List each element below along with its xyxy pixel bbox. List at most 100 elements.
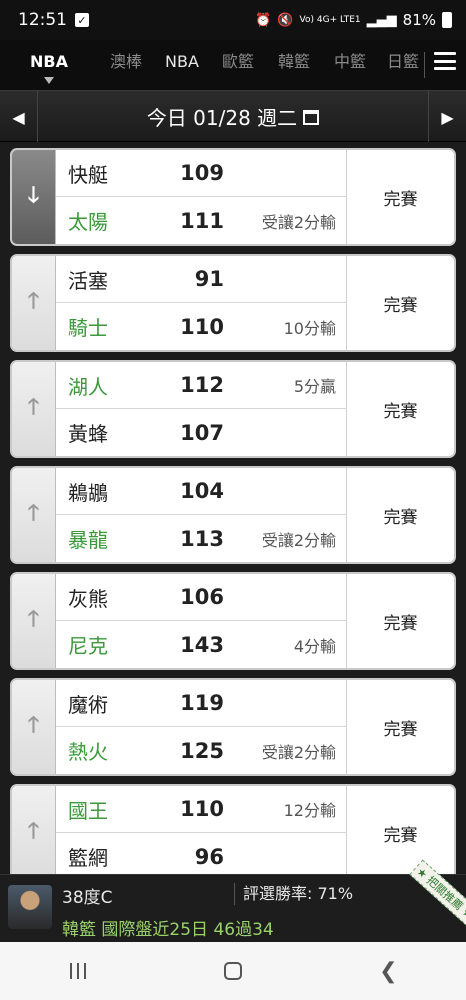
team-score: 110 <box>180 797 224 821</box>
team-note: 10分輸 <box>283 318 336 338</box>
game-card[interactable]: 🡑 湖人 112 5分贏 黃蜂 107 完賽 <box>10 360 456 458</box>
game-card[interactable]: 🡓 快艇 109 太陽 111 受讓2分輸 完賽 <box>10 148 456 246</box>
league-tab-bar: NBA 澳棒 NBA 歐籃 韓籃 中籃 日籃 <box>0 40 466 90</box>
status-left: 12:51 ✓ <box>18 10 89 30</box>
team-note: 受讓2分輸 <box>261 742 336 762</box>
team-name: 太陽 <box>68 210 108 234</box>
team-score: 107 <box>180 420 224 445</box>
system-nav-bar: ❮ <box>0 942 466 1000</box>
league-tab-korea-basketball[interactable]: 韓籃 <box>266 40 322 90</box>
game-status: 完賽 <box>346 468 454 562</box>
game-status: 完賽 <box>346 786 454 874</box>
team-name: 湖人 <box>68 374 108 399</box>
status-time: 12:51 <box>18 10 67 30</box>
game-status: 完賽 <box>346 256 454 350</box>
alarm-icon: ⏰ <box>255 12 272 28</box>
team-note: 4分輸 <box>293 636 336 656</box>
collapse-arrow-icon[interactable]: 🡓 <box>12 150 56 244</box>
mute-icon: 🔇 <box>277 12 294 28</box>
game-status: 完賽 <box>346 362 454 456</box>
league-tab-japan-basketball[interactable]: 日籃 <box>378 40 428 90</box>
home-icon <box>223 962 242 980</box>
expand-arrow-icon[interactable]: 🡑 <box>12 362 56 456</box>
team-row: 黃蜂 107 <box>56 409 346 456</box>
recent-apps-icon <box>69 963 86 979</box>
expand-arrow-icon[interactable]: 🡑 <box>12 468 56 562</box>
league-tab-aus-baseball[interactable]: 澳棒 <box>98 40 154 90</box>
team-row: 尼克 143 4分輸 <box>56 621 346 668</box>
team-name: 魔術 <box>68 692 108 717</box>
expand-arrow-icon[interactable]: 🡑 <box>12 256 56 350</box>
status-right: ⏰ 🔇 Vo) 4G+ LTE1 ▂▄▆ 81% <box>255 11 452 29</box>
game-body: 快艇 109 太陽 111 受讓2分輸 <box>56 150 346 244</box>
team-score: 119 <box>180 691 224 715</box>
league-tab-euro-basketball[interactable]: 歐籃 <box>210 40 266 90</box>
expand-arrow-icon[interactable]: 🡑 <box>12 574 56 668</box>
game-status: 完賽 <box>346 150 454 244</box>
game-card[interactable]: 🡑 鵜鶘 104 暴龍 113 受讓2分輸 完賽 <box>10 466 456 564</box>
team-name: 活塞 <box>68 268 108 293</box>
team-score: 111 <box>180 208 224 233</box>
team-score: 106 <box>180 585 224 609</box>
game-body: 灰熊 106 尼克 143 4分輸 <box>56 574 346 668</box>
game-status: 完賽 <box>346 680 454 774</box>
status-icons: ⏰ 🔇 Vo) 4G+ LTE1 ▂▄▆ <box>255 13 397 28</box>
team-name: 熱火 <box>68 740 108 764</box>
game-card[interactable]: 🡑 國王 110 12分輸 籃網 96 完賽 <box>10 784 456 874</box>
team-name: 暴龍 <box>68 528 108 552</box>
signal-text: Vo) 4G+ LTE1 <box>299 15 361 25</box>
team-row: 鵜鶘 104 <box>56 468 346 515</box>
team-row: 國王 110 12分輸 <box>56 786 346 833</box>
date-bar: ◀ 今日 01/28 週二 ▶ <box>0 90 466 143</box>
left-arrow-icon: ◀ <box>12 107 25 127</box>
game-card[interactable]: 🡑 灰熊 106 尼克 143 4分輸 完賽 <box>10 572 456 670</box>
team-row: 湖人 112 5分贏 <box>56 362 346 409</box>
team-score: 96 <box>194 844 224 869</box>
next-date-button[interactable]: ▶ <box>428 91 466 143</box>
team-note: 受讓2分輸 <box>261 530 336 550</box>
league-tab-nba[interactable]: NBA <box>0 40 98 90</box>
team-name: 鵜鶘 <box>68 480 108 505</box>
expert-info-bar[interactable]: 38度C 評選勝率: 71% 韓籃 國際盤近25日 46過34 ★ 把關推薦 ★ <box>0 859 466 942</box>
league-tab-china-basketball[interactable]: 中籃 <box>322 40 378 90</box>
team-name: 國王 <box>68 798 108 823</box>
expand-arrow-icon[interactable]: 🡑 <box>12 680 56 774</box>
calendar-icon[interactable] <box>303 109 320 125</box>
game-list[interactable]: 🡓 快艇 109 太陽 111 受讓2分輸 完賽 🡑 活塞 91 騎士 110 … <box>0 142 466 874</box>
team-score: 110 <box>180 314 224 339</box>
team-row: 籃網 96 <box>56 833 346 874</box>
team-score: 113 <box>180 526 224 551</box>
prev-date-button[interactable]: ◀ <box>0 91 38 143</box>
back-button[interactable]: ❮ <box>358 951 418 991</box>
battery-icon <box>442 12 452 28</box>
menu-icon[interactable] <box>434 50 456 72</box>
league-divider <box>424 52 425 78</box>
date-label[interactable]: 今日 01/28 週二 <box>147 102 297 131</box>
signal-bars-icon: ▂▄▆ <box>366 12 397 28</box>
expert-avatar[interactable] <box>8 885 52 929</box>
team-name: 快艇 <box>68 162 108 187</box>
team-note: 12分輸 <box>283 801 336 820</box>
game-body: 活塞 91 騎士 110 10分輸 <box>56 256 346 350</box>
game-card[interactable]: 🡑 魔術 119 熱火 125 受讓2分輸 完賽 <box>10 678 456 776</box>
recent-apps-button[interactable] <box>48 951 108 991</box>
battery-percent: 81% <box>402 11 436 29</box>
team-name: 尼克 <box>68 634 108 658</box>
game-card[interactable]: 🡑 活塞 91 騎士 110 10分輸 完賽 <box>10 254 456 352</box>
expert-name: 38度C <box>62 888 113 908</box>
expand-arrow-icon[interactable]: 🡑 <box>12 786 56 874</box>
team-row: 活塞 91 <box>56 256 346 303</box>
team-score: 91 <box>194 267 224 291</box>
team-score: 143 <box>180 632 224 657</box>
right-arrow-icon: ▶ <box>441 107 454 127</box>
home-button[interactable] <box>203 951 263 991</box>
league-tab-nba-2[interactable]: NBA <box>154 40 210 90</box>
team-name: 灰熊 <box>68 586 108 611</box>
team-row: 灰熊 106 <box>56 574 346 621</box>
team-name: 騎士 <box>68 316 108 340</box>
team-name: 籃網 <box>68 846 108 870</box>
team-score: 112 <box>180 373 224 397</box>
team-score: 109 <box>180 161 224 185</box>
team-row: 快艇 109 <box>56 150 346 197</box>
team-score: 104 <box>180 479 224 503</box>
